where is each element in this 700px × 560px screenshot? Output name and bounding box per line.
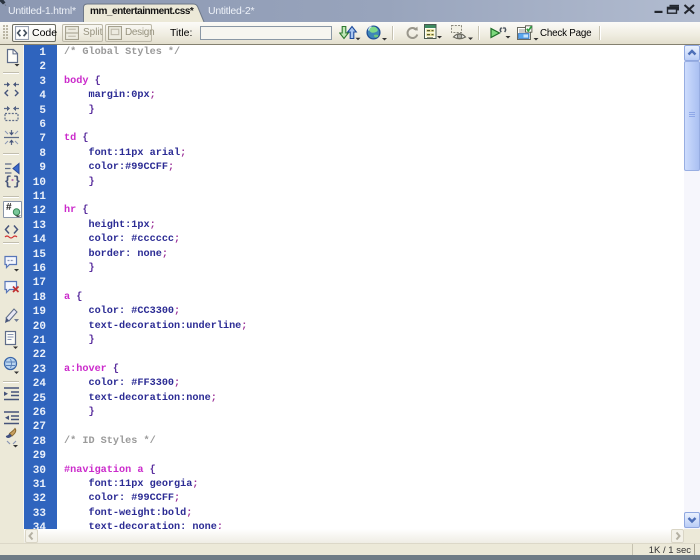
svg-text:}: } — [13, 174, 21, 189]
svg-text:{: { — [4, 174, 12, 189]
